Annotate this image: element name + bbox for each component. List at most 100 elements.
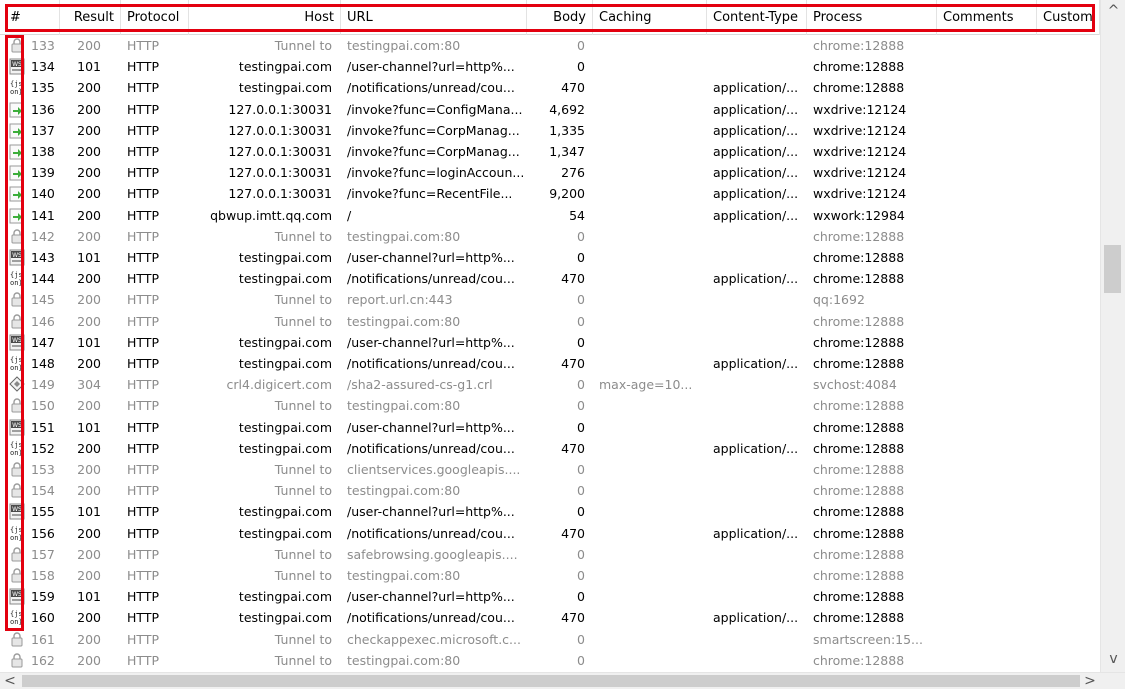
cell-protocol: HTTP — [121, 289, 189, 310]
cell-id: 148 — [24, 353, 60, 374]
cell-caching — [593, 459, 707, 480]
cell-host: Tunnel to — [189, 565, 338, 586]
session-row[interactable]: {json}144200HTTPtestingpai.com/notificat… — [0, 268, 1100, 289]
session-list[interactable]: 133200HTTPTunnel totestingpai.com:800chr… — [0, 35, 1100, 672]
column-header-custom[interactable]: Custom — [1037, 0, 1100, 35]
session-row[interactable]: 161200HTTPTunnel tocheckappexec.microsof… — [0, 629, 1100, 650]
cell-process: chrome:12888 — [807, 501, 937, 522]
column-header-comments[interactable]: Comments — [937, 0, 1037, 35]
cell-protocol: HTTP — [121, 120, 189, 141]
cell-host: testingpai.com — [189, 607, 338, 628]
session-row[interactable]: 142200HTTPTunnel totestingpai.com:800chr… — [0, 226, 1100, 247]
session-row[interactable]: {json}152200HTTPtestingpai.com/notificat… — [0, 438, 1100, 459]
cell-caching — [593, 56, 707, 77]
session-row[interactable]: WS155101HTTPtestingpai.com/user-channel?… — [0, 501, 1100, 522]
scroll-left-arrow-icon[interactable]: < — [0, 672, 20, 689]
cell-host: crl4.digicert.com — [189, 374, 338, 395]
session-row[interactable]: 140200HTTP127.0.0.1:30031/invoke?func=Re… — [0, 183, 1100, 204]
session-row[interactable]: 157200HTTPTunnel tosafebrowsing.googleap… — [0, 544, 1100, 565]
session-row[interactable]: 162200HTTPTunnel totestingpai.com:800chr… — [0, 650, 1100, 671]
session-row[interactable]: {json}156200HTTPtestingpai.com/notificat… — [0, 523, 1100, 544]
scroll-up-arrow-icon[interactable]: ^ — [1101, 2, 1125, 20]
session-row[interactable]: {json}160200HTTPtestingpai.com/notificat… — [0, 607, 1100, 628]
column-header-url[interactable]: URL — [341, 0, 527, 35]
cell-content-type — [707, 56, 807, 77]
column-header-body[interactable]: Body — [527, 0, 593, 35]
session-row[interactable]: 133200HTTPTunnel totestingpai.com:800chr… — [0, 35, 1100, 56]
cell-content-type: application/... — [707, 607, 807, 628]
svg-text:on}: on} — [10, 88, 23, 96]
session-row[interactable]: WS147101HTTPtestingpai.com/user-channel?… — [0, 332, 1100, 353]
vertical-scrollbar[interactable]: ^ v — [1100, 0, 1125, 672]
session-row[interactable]: WS159101HTTPtestingpai.com/user-channel?… — [0, 586, 1100, 607]
post-icon — [9, 164, 25, 181]
cell-host: 127.0.0.1:30031 — [189, 141, 338, 162]
session-row[interactable]: 139200HTTP127.0.0.1:30031/invoke?func=lo… — [0, 162, 1100, 183]
session-row[interactable]: 137200HTTP127.0.0.1:30031/invoke?func=Co… — [0, 120, 1100, 141]
session-row[interactable]: {json}135200HTTPtestingpai.com/notificat… — [0, 77, 1100, 98]
cell-process: chrome:12888 — [807, 586, 937, 607]
cell-caching — [593, 523, 707, 544]
cell-caching — [593, 586, 707, 607]
cell-host: Tunnel to — [189, 650, 338, 671]
session-row[interactable]: 153200HTTPTunnel toclientservices.google… — [0, 459, 1100, 480]
column-header-process[interactable]: Process — [807, 0, 937, 35]
svg-text:WS: WS — [12, 337, 22, 344]
scroll-right-arrow-icon[interactable]: > — [1080, 672, 1100, 689]
session-row[interactable]: 158200HTTPTunnel totestingpai.com:800chr… — [0, 565, 1100, 586]
cell-process: wxdrive:12124 — [807, 120, 937, 141]
cell-body: 470 — [527, 607, 591, 628]
session-row[interactable]: 150200HTTPTunnel totestingpai.com:800chr… — [0, 395, 1100, 416]
svg-text:{js: {js — [10, 80, 23, 88]
cell-url: /sha2-assured-cs-g1.crl — [341, 374, 527, 395]
session-row[interactable]: WS151101HTTPtestingpai.com/user-channel?… — [0, 417, 1100, 438]
cell-body: 470 — [527, 268, 591, 289]
session-row[interactable]: WS134101HTTPtestingpai.com/user-channel?… — [0, 56, 1100, 77]
session-row[interactable]: 145200HTTPTunnel toreport.url.cn:4430qq:… — [0, 289, 1100, 310]
vertical-scroll-thumb[interactable] — [1104, 245, 1121, 293]
cell-url: /user-channel?url=http%... — [341, 417, 527, 438]
websocket-icon: WS — [9, 58, 25, 75]
cell-content-type: application/... — [707, 120, 807, 141]
column-header-host[interactable]: Host — [189, 0, 341, 35]
json-icon: {json} — [9, 79, 25, 96]
horizontal-scroll-thumb[interactable] — [22, 675, 1080, 687]
column-header-number[interactable]: # — [0, 0, 60, 35]
column-header-caching[interactable]: Caching — [593, 0, 707, 35]
cell-id: 144 — [24, 268, 60, 289]
session-row[interactable]: 141200HTTPqbwup.imtt.qq.com/54applicatio… — [0, 205, 1100, 226]
cell-url: /notifications/unread/cou... — [341, 523, 527, 544]
cell-protocol: HTTP — [121, 311, 189, 332]
session-row[interactable]: 138200HTTP127.0.0.1:30031/invoke?func=Co… — [0, 141, 1100, 162]
cell-url: /notifications/unread/cou... — [341, 607, 527, 628]
cell-id: 162 — [24, 650, 60, 671]
cell-id: 143 — [24, 247, 60, 268]
cell-url: /invoke?func=RecentFile... — [341, 183, 527, 204]
session-row[interactable]: 149304HTTPcrl4.digicert.com/sha2-assured… — [0, 374, 1100, 395]
column-header-protocol[interactable]: Protocol — [121, 0, 189, 35]
cell-process: chrome:12888 — [807, 395, 937, 416]
cell-id: 140 — [24, 183, 60, 204]
cell-caching — [593, 311, 707, 332]
cell-body: 0 — [527, 459, 591, 480]
cell-protocol: HTTP — [121, 544, 189, 565]
cell-content-type — [707, 586, 807, 607]
session-row[interactable]: 136200HTTP127.0.0.1:30031/invoke?func=Co… — [0, 99, 1100, 120]
cell-process: chrome:12888 — [807, 544, 937, 565]
svg-text:WS: WS — [12, 252, 22, 259]
cell-caching — [593, 565, 707, 586]
cell-host: Tunnel to — [189, 629, 338, 650]
scroll-down-arrow-icon[interactable]: v — [1101, 650, 1125, 668]
session-row[interactable]: 154200HTTPTunnel totestingpai.com:800chr… — [0, 480, 1100, 501]
horizontal-scrollbar[interactable]: < > — [0, 672, 1125, 689]
cell-result: 101 — [60, 247, 107, 268]
session-row[interactable]: {json}148200HTTPtestingpai.com/notificat… — [0, 353, 1100, 374]
cell-protocol: HTTP — [121, 226, 189, 247]
cell-id: 145 — [24, 289, 60, 310]
session-row[interactable]: 146200HTTPTunnel totestingpai.com:800chr… — [0, 311, 1100, 332]
cell-body: 0 — [527, 417, 591, 438]
column-header-result[interactable]: Result — [60, 0, 121, 35]
column-header-content-type[interactable]: Content-Type — [707, 0, 807, 35]
session-row[interactable]: WS143101HTTPtestingpai.com/user-channel?… — [0, 247, 1100, 268]
cell-id: 154 — [24, 480, 60, 501]
